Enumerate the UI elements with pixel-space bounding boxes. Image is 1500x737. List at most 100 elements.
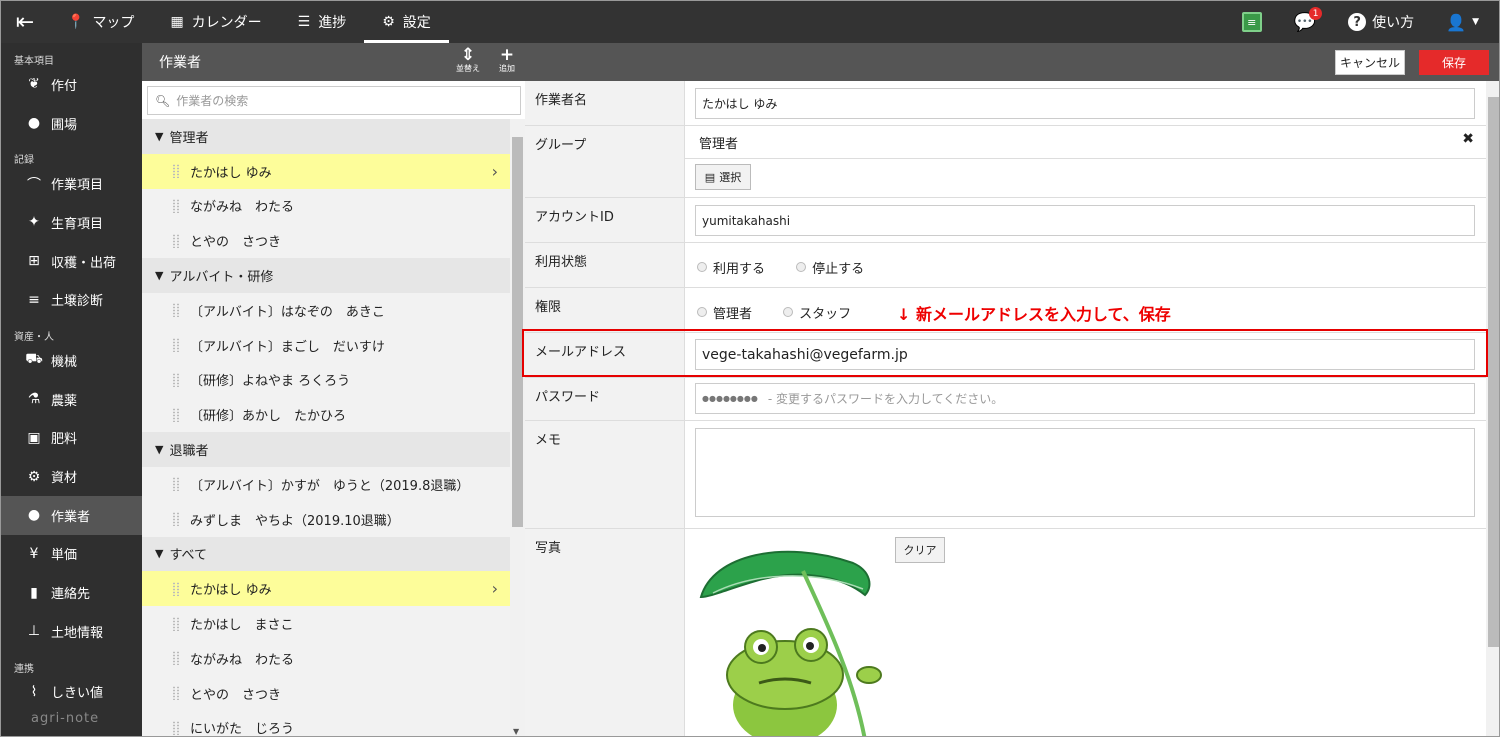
help-button[interactable]: ? 使い方 (1332, 1, 1430, 43)
drag-handle-icon[interactable] (172, 372, 180, 387)
sidebar-item[interactable]: ▮ 連絡先 (1, 573, 142, 612)
list-item[interactable]: ながみね わたる (142, 640, 510, 676)
worker-list: ▼ 管理者 たかはし ゆみ › ながみね わたる とやの さつき ▼ アルバイト・研修 〔アルバ… (142, 119, 510, 736)
sidebar-item[interactable]: ⌇ しきい値 (1, 673, 142, 712)
label-role: 権限 (525, 288, 685, 332)
calendar-icon: ▦ (170, 14, 184, 30)
list-item[interactable]: 〔研修〕あかし たかひろ (142, 397, 510, 433)
caret-down-icon: ▼ (155, 547, 164, 561)
drag-handle-icon[interactable] (172, 686, 180, 701)
worker-name-input[interactable]: たかはし ゆみ (695, 88, 1475, 119)
form-scrollbar[interactable] (1486, 81, 1499, 736)
cancel-button[interactable]: キャンセル (1335, 50, 1405, 75)
sidebar-item[interactable]: ⊞ 収穫・出荷 (1, 242, 142, 281)
row-account-id: アカウントID yumitakahashi (525, 198, 1486, 243)
sidebar-item[interactable]: ⚙ 資材 (1, 457, 142, 496)
sidebar-item[interactable]: ¥ 単価 (1, 535, 142, 574)
sidebar-item[interactable]: ⛟ 機械 (1, 341, 142, 380)
list-item[interactable]: 〔アルバイト〕まごし だいすけ (142, 327, 510, 363)
list-group-header[interactable]: ▼ すべて (142, 536, 510, 572)
row-group: グループ 管理者 ✖ ▤ 選択 (525, 126, 1486, 198)
list-item[interactable]: みずしま やちよ（2019.10退職） (142, 501, 510, 537)
tab-settings[interactable]: ⚙ 設定 (364, 1, 449, 43)
list-item[interactable]: たかはし ゆみ › (142, 153, 510, 189)
list-group-header[interactable]: ▼ 管理者 (142, 119, 510, 154)
group-value: 管理者 (699, 137, 739, 152)
checklist-icon: ☰ (297, 14, 311, 30)
sort-button[interactable]: ⇕ 並替え (453, 46, 483, 74)
list-item[interactable]: とやの さつき (142, 223, 510, 259)
list-item[interactable]: 〔アルバイト〕かすが ゆうと（2019.8退職） (142, 466, 510, 502)
radio-role-admin[interactable]: 管理者 (697, 303, 752, 322)
search-input[interactable]: 🔍︎ 作業者の検索 (147, 86, 521, 115)
sidebar-item[interactable]: ▣ 肥料 (1, 419, 142, 458)
list-item-label: 〔研修〕よねやま ろくろう (190, 374, 351, 390)
account-id-input[interactable]: yumitakahashi (695, 205, 1475, 236)
list-item[interactable]: たかはし まさこ (142, 606, 510, 641)
scroll-down-icon[interactable]: ▼ (513, 727, 519, 736)
tab-map[interactable]: 📍 マップ (49, 1, 152, 43)
memo-textarea[interactable] (695, 428, 1475, 517)
list-item[interactable]: 〔研修〕よねやま ろくろう (142, 362, 510, 398)
user-menu-button[interactable]: 👤 ▼ (1430, 1, 1499, 43)
list-item[interactable]: とやの さつき (142, 675, 510, 711)
list-scrollbar[interactable]: ▼ (510, 119, 525, 736)
radio-role-staff[interactable]: スタッフ (783, 303, 851, 322)
list-group-header[interactable]: ▼ アルバイト・研修 (142, 258, 510, 293)
list-group-header[interactable]: ▼ 退職者 (142, 432, 510, 467)
drag-handle-icon[interactable] (172, 581, 180, 596)
drag-handle-icon[interactable] (172, 233, 180, 248)
drag-handle-icon[interactable] (172, 164, 180, 179)
group-label: アルバイト・研修 (169, 270, 274, 286)
sidebar-item[interactable]: ❦ 作付 (1, 65, 142, 104)
sidebar-item[interactable]: ⊥ 土地情報 (1, 612, 142, 651)
list-item-label: 〔アルバイト〕はなぞの あきこ (190, 304, 385, 320)
save-button[interactable]: 保存 (1419, 50, 1489, 75)
tractor-icon: ⛟ (25, 351, 43, 368)
add-button[interactable]: + 追加 (492, 46, 522, 74)
list-item[interactable]: にいがた じろう (142, 710, 510, 736)
sidebar-item[interactable]: ● 圃場 (1, 104, 142, 143)
tab-calendar[interactable]: ▦ カレンダー (152, 1, 279, 43)
list-item-label: たかはし まさこ (190, 618, 294, 634)
drag-handle-icon[interactable] (172, 720, 180, 735)
drag-handle-icon[interactable] (172, 512, 180, 527)
select-group-button[interactable]: ▤ 選択 (695, 164, 751, 190)
sidebar-item[interactable]: ⌒ 作業項目 (1, 164, 142, 203)
group-label: 管理者 (169, 130, 209, 146)
password-input[interactable]: ●●●●●●●● - 変更するパスワードを入力してください。 (695, 383, 1475, 414)
sheet-icon: ≡ (1241, 12, 1262, 32)
remove-group-icon[interactable]: ✖ (1462, 131, 1474, 147)
drag-handle-icon[interactable] (172, 477, 180, 492)
sidebar-item[interactable]: ≡ 土壌診断 (1, 280, 142, 319)
sprout-icon: ❦ (28, 76, 40, 93)
app-window: ⇤ 📍 マップ ▦ カレンダー ☰ 進捗 ⚙ 設定 ≡ 💬 1 ? 使い方 👤 ▼ 基本項目 ❦… (0, 0, 1500, 737)
tab-progress[interactable]: ☰ 進捗 (280, 1, 365, 43)
notification-button[interactable]: 💬 1 (1278, 1, 1332, 43)
sidebar-item-label: 農薬 (51, 393, 78, 409)
list-item[interactable]: ながみね わたる (142, 188, 510, 224)
sort-icon: ⇕ (460, 45, 476, 65)
user-icon: ● (27, 507, 41, 524)
sidebar-item[interactable]: ● 作業者 (1, 495, 142, 535)
clear-photo-button[interactable]: クリア (895, 537, 945, 563)
email-highlight-box (522, 329, 1488, 377)
list-item[interactable]: たかはし ゆみ › (142, 571, 510, 607)
sliders-icon: ≡ (28, 291, 40, 308)
group-label: 退職者 (169, 444, 209, 460)
back-arrow-icon[interactable]: ⇤ (1, 1, 49, 43)
sheet-button[interactable]: ≡ (1226, 1, 1278, 43)
sidebar-item[interactable]: ✦ 生育項目 (1, 203, 142, 242)
drag-handle-icon[interactable] (172, 198, 180, 213)
scrollbar-thumb[interactable] (1488, 97, 1499, 647)
sidebar-item[interactable]: ⚗ 農薬 (1, 380, 142, 419)
drag-handle-icon[interactable] (172, 338, 180, 353)
radio-status-active[interactable]: 利用する (697, 258, 765, 277)
drag-handle-icon[interactable] (172, 303, 180, 318)
drag-handle-icon[interactable] (172, 616, 180, 631)
drag-handle-icon[interactable] (172, 407, 180, 422)
radio-status-stopped[interactable]: 停止する (796, 258, 864, 277)
top-nav-bar: ⇤ 📍 マップ ▦ カレンダー ☰ 進捗 ⚙ 設定 ≡ 💬 1 ? 使い方 👤 ▼ (1, 1, 1499, 43)
list-item[interactable]: 〔アルバイト〕はなぞの あきこ (142, 292, 510, 328)
drag-handle-icon[interactable] (172, 651, 180, 666)
